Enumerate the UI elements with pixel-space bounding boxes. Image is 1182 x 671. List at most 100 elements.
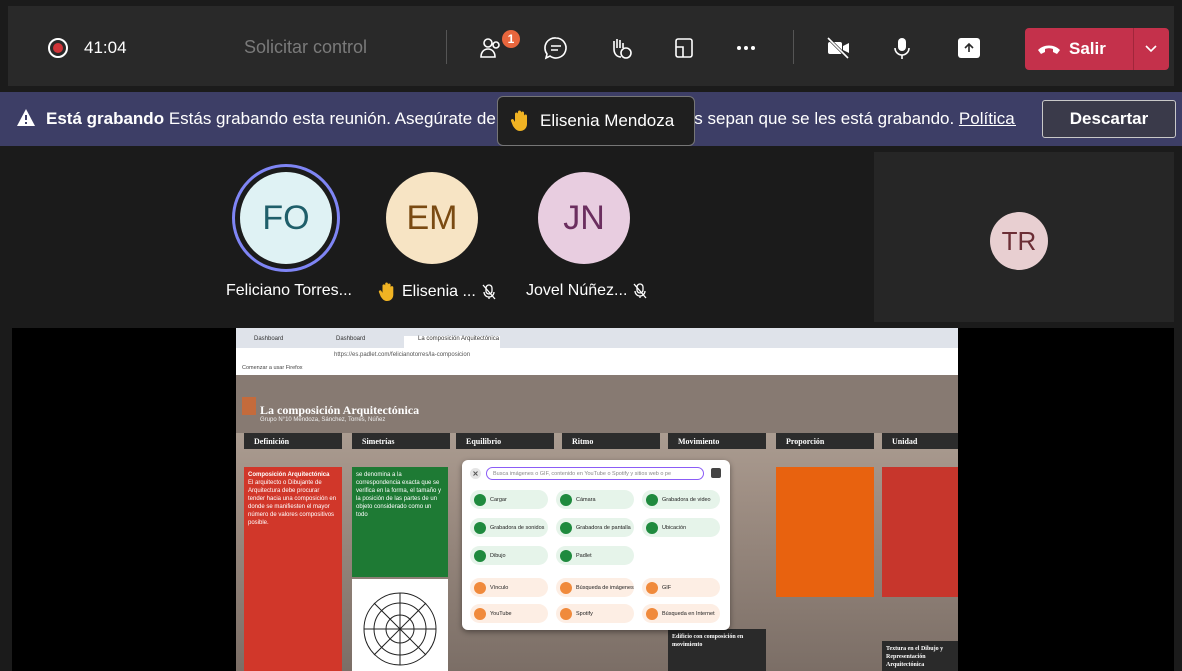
leave-label: Salir bbox=[1069, 39, 1106, 58]
attach-option-label: Cámara bbox=[576, 496, 596, 503]
draw-icon bbox=[474, 549, 486, 562]
microphone-button[interactable] bbox=[886, 32, 918, 64]
participant-name: Jovel Núñez... bbox=[526, 282, 628, 299]
recording-label: Está grabando bbox=[46, 109, 165, 128]
warning-icon bbox=[17, 109, 35, 126]
participant-name-em: Elisenia ... bbox=[378, 282, 496, 302]
post-text: El arquitecto o Dibujante de Arquitectur… bbox=[248, 480, 337, 526]
raise-hand-button[interactable] bbox=[604, 32, 636, 64]
spotify-icon bbox=[560, 607, 572, 620]
mic-off-icon bbox=[633, 283, 647, 299]
raised-hand-icon bbox=[510, 110, 527, 131]
tooltip-name: Elisenia Mendoza bbox=[540, 111, 675, 130]
column-header[interactable]: Definición bbox=[244, 433, 342, 449]
breakout-rooms-icon bbox=[675, 38, 693, 58]
attach-option[interactable]: Grabadora de video bbox=[642, 490, 720, 509]
attach-option-label: Padlet bbox=[576, 552, 592, 559]
attach-option[interactable]: Grabadora de sonidos bbox=[470, 518, 548, 537]
browser-tab-bar: Dashboard Dashboard La composición Arqui… bbox=[236, 328, 958, 348]
hand-smile-icon bbox=[613, 39, 632, 59]
participant-name-jn: Jovel Núñez... bbox=[526, 282, 647, 300]
camera-off-icon bbox=[826, 36, 850, 60]
attach-option-label: Búsqueda de imágenes bbox=[576, 584, 634, 591]
browser-tab-active[interactable]: La composición Arquitectónica bbox=[404, 336, 500, 348]
padlet-subtitle: Grupo N°10 Mendoza, Sánchez, Torres, Núñ… bbox=[260, 417, 386, 423]
more-icon bbox=[737, 46, 755, 50]
participant-name: Feliciano Torres... bbox=[226, 282, 352, 299]
address-bar: https://es.padlet.com/felicianotorres/la… bbox=[236, 348, 958, 365]
attach-option-label: GIF bbox=[662, 584, 672, 591]
rooms-button[interactable] bbox=[668, 32, 700, 64]
column-header[interactable]: Equilibrio bbox=[456, 433, 554, 449]
attach-option[interactable]: Búsqueda de imágenes bbox=[556, 578, 634, 597]
raised-hand-tooltip: Elisenia Mendoza bbox=[497, 96, 695, 146]
column-header[interactable]: Movimiento bbox=[668, 433, 766, 449]
attach-option-label: Grabadora de sonidos bbox=[490, 524, 545, 531]
browser-tab[interactable]: Dashboard bbox=[240, 336, 320, 348]
camera-button[interactable] bbox=[822, 32, 854, 64]
attach-option[interactable]: GIF bbox=[642, 578, 720, 597]
youtube-icon bbox=[474, 607, 486, 620]
microphone-icon bbox=[894, 38, 910, 59]
teams-meeting-window: 41:04 Solicitar control 1 Salir Está gra… bbox=[0, 0, 1182, 671]
attach-option[interactable]: YouTube bbox=[470, 604, 548, 623]
attachment-popup: Busca imágenes o GIF, contenido en YouTu… bbox=[462, 460, 730, 630]
post-card[interactable]: Textura en el Dibujo y Representación Ar… bbox=[882, 641, 958, 671]
attach-option[interactable]: Cargar bbox=[470, 490, 548, 509]
audio-recorder-icon bbox=[474, 521, 486, 534]
post-card[interactable]: se denomina a la correspondencia exacta … bbox=[352, 467, 448, 577]
avatar-fo[interactable]: FO bbox=[240, 172, 332, 264]
attach-option[interactable]: Vínculo bbox=[470, 578, 548, 597]
avatar-tr[interactable]: TR bbox=[990, 212, 1048, 270]
people-icon bbox=[480, 38, 500, 58]
attach-option-label: Grabadora de pantalla bbox=[576, 524, 631, 531]
column-header[interactable]: Simetrías bbox=[352, 433, 450, 449]
post-card[interactable] bbox=[776, 467, 874, 597]
upload-icon bbox=[474, 493, 486, 506]
column-header[interactable]: Proporción bbox=[776, 433, 874, 449]
dismiss-button[interactable]: Descartar bbox=[1042, 100, 1176, 138]
attach-option[interactable]: Padlet bbox=[556, 546, 634, 565]
request-control-button[interactable]: Solicitar control bbox=[244, 37, 367, 58]
url-field[interactable]: https://es.padlet.com/felicianotorres/la… bbox=[334, 352, 854, 362]
attach-option[interactable]: Ubicación bbox=[642, 518, 720, 537]
recording-icon bbox=[48, 38, 68, 58]
chat-button[interactable] bbox=[540, 32, 572, 64]
padlet-icon bbox=[560, 549, 572, 562]
column-header[interactable]: Unidad bbox=[882, 433, 958, 449]
share-icon bbox=[964, 42, 974, 52]
attach-option[interactable]: Cámara bbox=[556, 490, 634, 509]
column-header[interactable]: Ritmo bbox=[562, 433, 660, 449]
mandala-image bbox=[352, 579, 448, 671]
leave-button[interactable]: Salir bbox=[1025, 28, 1169, 70]
share-screen-button[interactable] bbox=[958, 38, 980, 58]
screen-recorder-icon bbox=[560, 521, 572, 534]
more-actions-button[interactable] bbox=[730, 32, 762, 64]
post-title: Textura en el Dibujo y Representación Ar… bbox=[886, 646, 944, 668]
post-card[interactable]: Edificio con composición en movimiento bbox=[668, 629, 766, 671]
post-title: Composición Arquitectónica bbox=[248, 472, 330, 478]
browser-tab[interactable]: Dashboard bbox=[322, 336, 402, 348]
padlet-title: La composición Arquitectónica bbox=[260, 403, 420, 417]
attachment-search-input[interactable]: Busca imágenes o GIF, contenido en YouTu… bbox=[486, 467, 704, 480]
chevron-down-icon[interactable] bbox=[1143, 40, 1159, 56]
post-text: se denomina a la correspondencia exacta … bbox=[356, 472, 442, 518]
post-card[interactable] bbox=[882, 467, 958, 597]
toolbar-divider bbox=[446, 30, 447, 64]
attach-option[interactable]: Spotify bbox=[556, 604, 634, 623]
attach-option[interactable]: Dibujo bbox=[470, 546, 548, 565]
mic-off-icon bbox=[482, 284, 496, 300]
attach-option[interactable]: Búsqueda en Internet bbox=[642, 604, 720, 623]
privacy-link[interactable]: Política de priva... bbox=[959, 109, 1016, 128]
participant-name-fo: Feliciano Torres... bbox=[226, 282, 352, 300]
avatar-jn[interactable]: JN bbox=[538, 172, 630, 264]
attach-option[interactable]: Grabadora de pantalla bbox=[556, 518, 634, 537]
meeting-toolbar: 41:04 Solicitar control 1 Salir bbox=[8, 6, 1174, 86]
avatar-initials: TR bbox=[1001, 225, 1037, 256]
clipboard-icon[interactable] bbox=[710, 467, 722, 479]
close-icon[interactable] bbox=[470, 468, 481, 479]
avatar-em[interactable]: EM bbox=[386, 172, 478, 264]
padlet-header: La composición Arquitectónica Grupo N°10… bbox=[236, 375, 958, 433]
post-card[interactable]: Composición Arquitectónica El arquitecto… bbox=[244, 467, 342, 671]
mandala-graphic bbox=[363, 592, 437, 666]
